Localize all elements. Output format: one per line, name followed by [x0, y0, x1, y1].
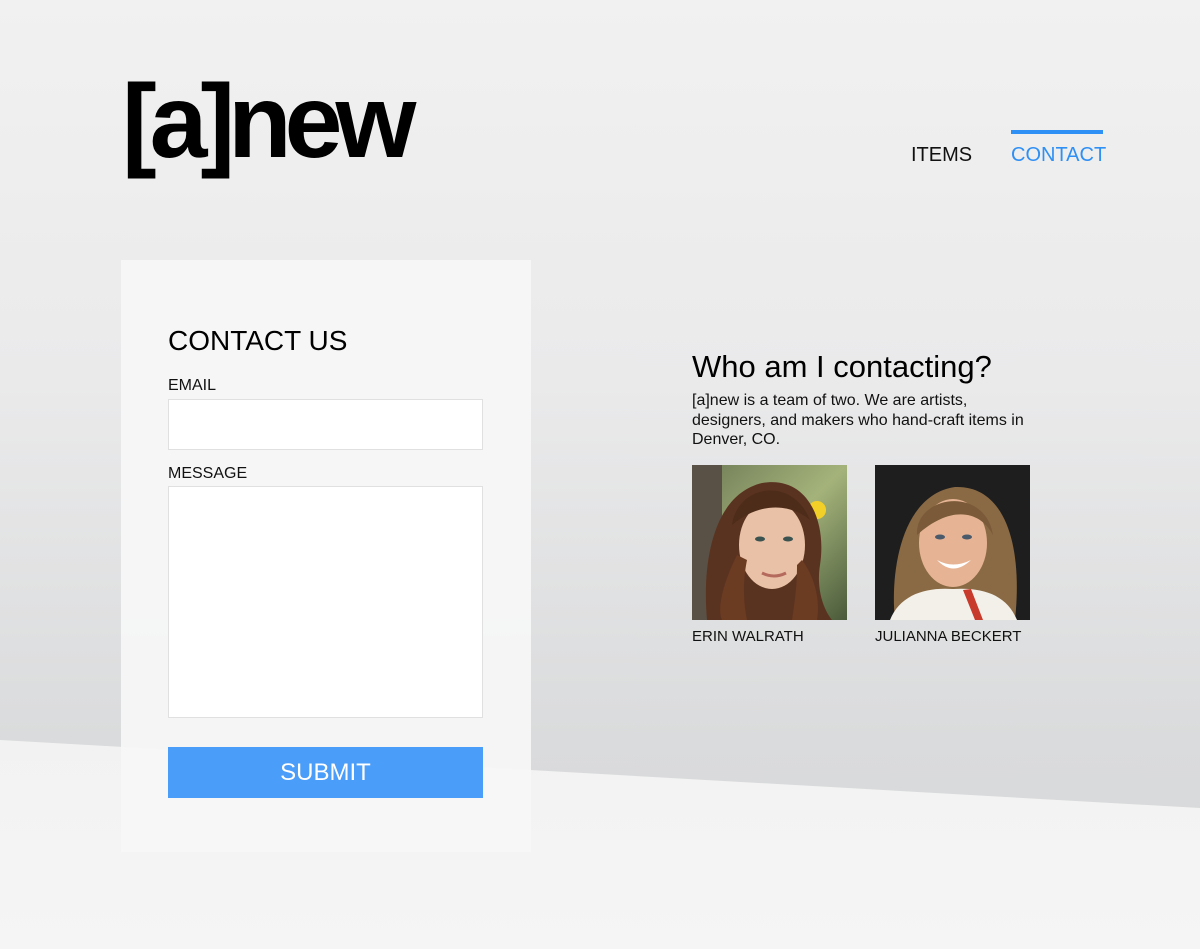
email-label: EMAIL	[168, 377, 217, 394]
team-member: JULIANNA BECKERT	[875, 465, 1035, 645]
about-section: Who am I contacting? [a]new is a team of…	[692, 348, 1052, 450]
form-title: CONTACT US	[168, 325, 348, 356]
team-member-name: ERIN WALRATH	[692, 628, 804, 645]
portrait-photo-icon	[875, 465, 1030, 620]
email-field[interactable]	[168, 399, 483, 450]
contact-form-card: CONTACT US EMAIL MESSAGE SUBMIT	[121, 260, 531, 852]
message-label: MESSAGE	[168, 465, 248, 482]
nav-item-contact[interactable]: CONTACT	[1011, 144, 1106, 167]
message-field[interactable]	[168, 486, 483, 718]
active-nav-indicator	[1011, 130, 1103, 134]
team-member-name: JULIANNA BECKERT	[875, 628, 1022, 645]
nav-item-items[interactable]: ITEMS	[911, 144, 972, 167]
submit-button[interactable]: SUBMIT	[168, 747, 483, 798]
about-text: [a]new is a team of two. We are artists,…	[692, 392, 1024, 449]
portrait-photo-icon	[692, 465, 847, 620]
about-title: Who am I contacting?	[692, 349, 992, 384]
main-nav: ITEMS CONTACT	[0, 130, 1200, 170]
team-member: ERIN WALRATH	[692, 465, 852, 645]
